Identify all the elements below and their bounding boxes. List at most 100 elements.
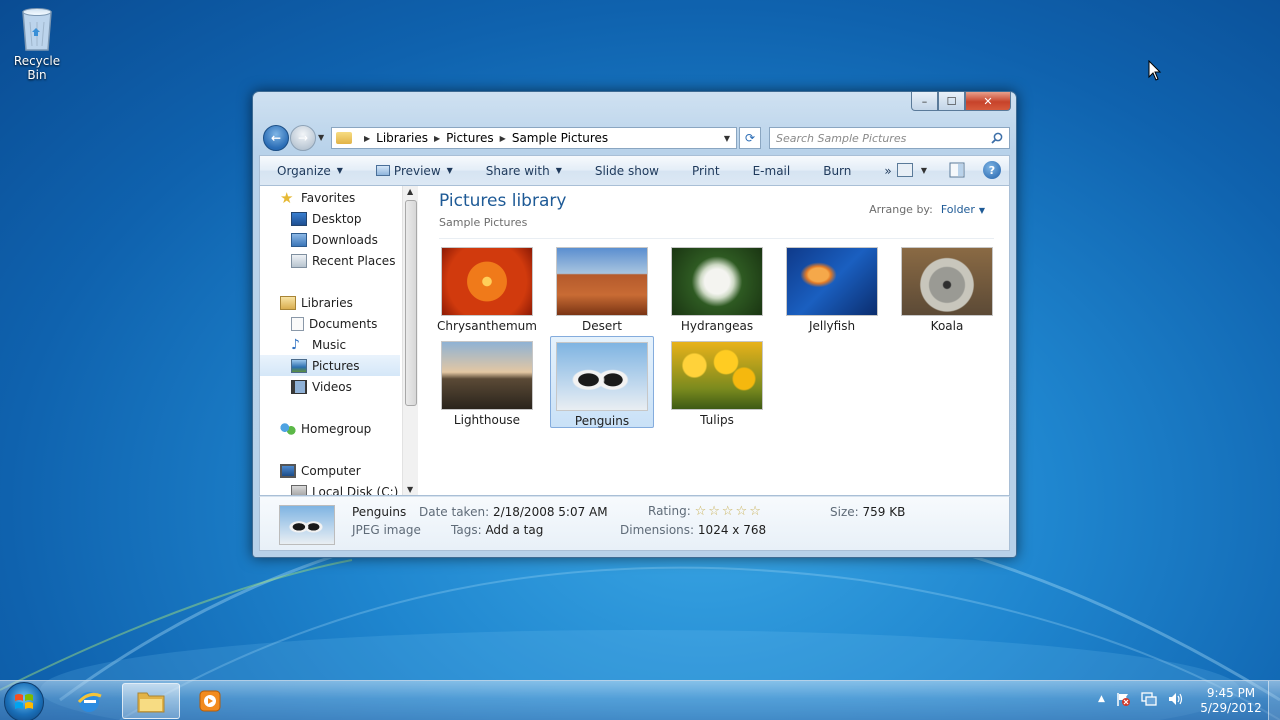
nav-label: Videos	[312, 379, 352, 394]
nav-item-documents[interactable]: Documents	[260, 313, 400, 334]
jellyfish-thumbnail	[786, 247, 878, 316]
maximize-button[interactable]: ☐	[938, 92, 965, 111]
nav-item-libraries[interactable]: Libraries	[260, 292, 400, 313]
minimize-button[interactable]: –	[911, 92, 938, 111]
windows-logo-icon	[15, 694, 33, 709]
date-taken-value[interactable]: 2/18/2008 5:07 AM	[493, 505, 608, 519]
start-button[interactable]	[4, 682, 44, 720]
rating-stars[interactable]: ☆☆☆☆☆	[695, 504, 763, 519]
address-bar[interactable]: ▶ Libraries ▶ Pictures ▶ Sample Pictures…	[331, 127, 737, 149]
file-item-desert[interactable]: Desert	[550, 242, 654, 333]
file-item-jellyfish[interactable]: Jellyfish	[780, 242, 884, 333]
preview-menu[interactable]: Preview ▼	[359, 164, 469, 178]
recent-pages-dropdown[interactable]: ▼	[318, 133, 324, 142]
chevron-down-icon: ▼	[555, 166, 562, 175]
file-item-hydrangeas[interactable]: Hydrangeas	[665, 242, 769, 333]
arrange-by-value[interactable]: Folder	[941, 203, 975, 216]
search-box[interactable]	[769, 127, 1010, 149]
taskbar-internet-explorer[interactable]	[60, 683, 118, 719]
file-item-penguins[interactable]: Penguins	[550, 336, 654, 428]
arrow-left-icon: ←	[270, 131, 282, 145]
nav-item-pictures[interactable]: Pictures	[260, 355, 400, 376]
star-outline-icon[interactable]: ☆	[722, 504, 736, 519]
nav-item-favorites[interactable]: ★ Favorites	[260, 187, 400, 208]
file-name: Koala	[930, 319, 964, 333]
tulips-thumbnail	[671, 341, 763, 410]
search-icon[interactable]	[991, 132, 1003, 144]
address-history-dropdown[interactable]: ▼	[720, 128, 734, 148]
network-icon[interactable]	[1141, 691, 1157, 707]
organize-menu[interactable]: Organize ▼	[260, 164, 359, 178]
chevron-down-icon: ▼	[446, 166, 453, 175]
preview-pane-icon[interactable]	[949, 162, 965, 178]
star-outline-icon[interactable]: ☆	[695, 504, 709, 519]
breadcrumb-separator-icon[interactable]: ▶	[500, 134, 506, 143]
taskbar: ▲ 9:45 PM 5/29/2012	[0, 680, 1280, 720]
file-item-lighthouse[interactable]: Lighthouse	[435, 336, 539, 427]
star-outline-icon[interactable]: ☆	[708, 504, 722, 519]
breadcrumb-separator-icon[interactable]: ▶	[434, 134, 440, 143]
file-type-value: JPEG image	[352, 523, 421, 537]
scrollbar-thumb[interactable]	[405, 200, 417, 406]
details-date-taken: Date taken: 2/18/2008 5:07 AM	[419, 505, 608, 519]
show-desktop-button[interactable]	[1268, 681, 1280, 720]
breadcrumb-separator-icon[interactable]: ▶	[364, 134, 370, 143]
refresh-button[interactable]: ⟳	[739, 127, 761, 149]
burn-button[interactable]: Burn	[806, 164, 867, 178]
nav-item-homegroup[interactable]: Homegroup	[260, 418, 400, 439]
navigation-row: ← → ▼ ▶ Libraries ▶ Pictures ▶ Sample Pi…	[261, 125, 1010, 151]
nav-item-recent-places[interactable]: Recent Places	[260, 250, 400, 271]
scroll-up-arrow-icon[interactable]: ▲	[407, 187, 413, 196]
help-icon[interactable]: ?	[983, 161, 1001, 179]
view-options-dropdown[interactable]: ▼	[921, 166, 927, 175]
action-center-flag-icon[interactable]	[1115, 691, 1131, 707]
star-icon: ★	[280, 188, 294, 207]
volume-speaker-icon[interactable]	[1167, 691, 1185, 707]
recycle-bin-label: Recycle Bin	[13, 54, 61, 82]
email-button[interactable]: E-mail	[736, 164, 807, 178]
tags-value[interactable]: Add a tag	[485, 523, 543, 537]
details-dimensions: Dimensions: 1024 x 768	[620, 523, 766, 537]
forward-button[interactable]: →	[290, 125, 316, 151]
desert-thumbnail	[556, 247, 648, 316]
taskbar-media-player[interactable]	[181, 683, 239, 719]
close-button[interactable]: ✕	[965, 92, 1011, 111]
chevron-down-icon: ▼	[978, 206, 985, 215]
star-outline-icon[interactable]: ☆	[749, 504, 763, 519]
taskbar-windows-explorer[interactable]	[122, 683, 180, 719]
penguins-thumbnail	[556, 342, 648, 411]
breadcrumb-sample-pictures[interactable]: Sample Pictures	[512, 131, 608, 145]
show-hidden-icons-button[interactable]: ▲	[1098, 694, 1105, 704]
change-view-icon[interactable]	[896, 163, 913, 177]
file-name: Chrysanthemum	[437, 319, 537, 333]
arrange-by-control[interactable]: Arrange by: Folder ▼	[869, 203, 985, 216]
back-button[interactable]: ←	[263, 125, 289, 151]
recycle-bin-shortcut[interactable]: Recycle Bin	[4, 6, 70, 82]
file-item-chrysanthemum[interactable]: Chrysanthemum	[435, 242, 539, 333]
breadcrumb-libraries[interactable]: Libraries	[376, 131, 428, 145]
navigation-scrollbar[interactable]: ▲ ▼	[402, 186, 418, 495]
share-with-menu[interactable]: Share with ▼	[469, 164, 578, 178]
nav-label: Downloads	[312, 232, 378, 247]
scroll-down-arrow-icon[interactable]: ▼	[407, 485, 413, 494]
breadcrumb-pictures[interactable]: Pictures	[446, 131, 494, 145]
nav-item-videos[interactable]: Videos	[260, 376, 400, 397]
nav-item-downloads[interactable]: Downloads	[260, 229, 400, 250]
system-clock[interactable]: 9:45 PM 5/29/2012	[1196, 686, 1266, 716]
slide-show-button[interactable]: Slide show	[578, 164, 675, 178]
print-button[interactable]: Print	[675, 164, 736, 178]
nav-item-music[interactable]: ♪ Music	[260, 334, 400, 355]
file-item-koala[interactable]: Koala	[895, 242, 999, 333]
chrysanthemum-thumbnail	[441, 247, 533, 316]
media-player-icon	[199, 690, 221, 712]
nav-item-local-disk[interactable]: Local Disk (C:)	[260, 481, 400, 495]
star-outline-icon[interactable]: ☆	[736, 504, 750, 519]
file-item-tulips[interactable]: Tulips	[665, 336, 769, 427]
file-name: Desert	[582, 319, 622, 333]
share-with-label: Share with	[485, 163, 550, 178]
nav-item-computer[interactable]: Computer	[260, 460, 400, 481]
search-input[interactable]	[776, 131, 991, 145]
nav-item-desktop[interactable]: Desktop	[260, 208, 400, 229]
arrange-by-label: Arrange by:	[869, 203, 933, 216]
nav-label: Computer	[301, 463, 361, 478]
